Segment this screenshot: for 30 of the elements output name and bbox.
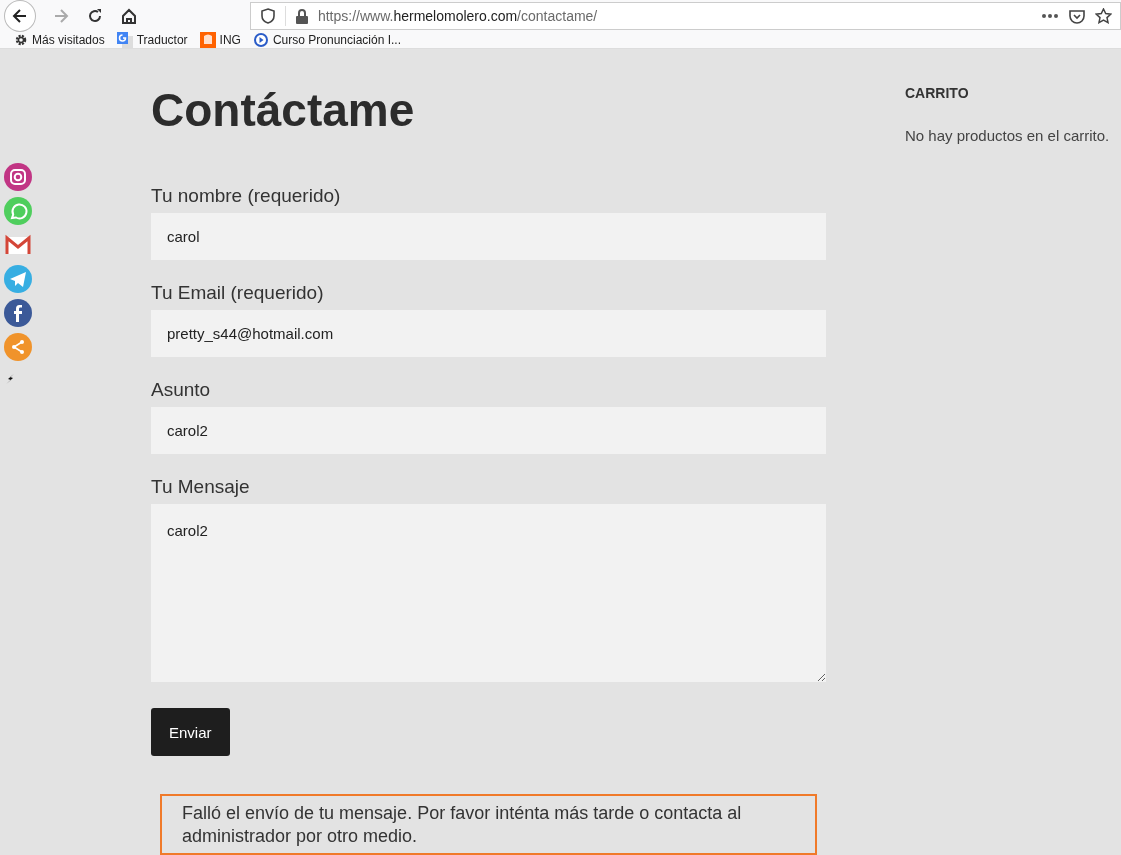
home-icon[interactable] [119, 7, 138, 25]
gear-icon [14, 33, 28, 47]
field-label: Tu Mensaje [151, 476, 251, 498]
star-icon[interactable] [1095, 8, 1112, 24]
address-bar[interactable]: https://www.hermelomolero.com/contactame/ [249, 2, 1121, 30]
input-field[interactable]: pretty_s44@hotmail.com [151, 310, 826, 357]
lock-icon [295, 8, 308, 24]
shield-icon[interactable] [260, 8, 275, 24]
input-field[interactable]: carol [151, 213, 826, 260]
back-icon [11, 7, 29, 25]
sidebar-heading: CARRITO [905, 85, 970, 101]
letter-f-icon[interactable] [4, 299, 32, 327]
input-field[interactable]: carol2 [151, 407, 826, 454]
bookmark-link[interactable]: Curso Pronunciación I... [272, 33, 401, 47]
more-icon[interactable] [1041, 13, 1059, 19]
error-message: Falló el envío de tu mensaje. Por favor inténta más tarde o contacta al administrador por otro medio. [160, 794, 817, 855]
field-label: Tu Email (requerido) [151, 282, 325, 304]
cart-empty-text: No hay productos en el carrito. [905, 127, 1110, 144]
bookmark-link[interactable]: Traductor [136, 33, 188, 47]
pocket-icon[interactable] [1069, 8, 1085, 24]
field-label: Tu nombre (requerido) [151, 185, 342, 207]
field-label: Asunto [151, 379, 212, 401]
page-title: Contáctame [151, 87, 416, 133]
submit-button[interactable]: Enviar [151, 708, 230, 756]
message-field[interactable]: carol2 [151, 504, 826, 682]
camera-icon[interactable] [4, 163, 32, 191]
url-text: https://www.hermelomolero.com/contactame/ [317, 8, 598, 24]
bookmark-link[interactable]: ING [219, 33, 241, 47]
bookmark-link[interactable]: Más visitados [32, 33, 105, 47]
back-button[interactable] [4, 0, 36, 32]
